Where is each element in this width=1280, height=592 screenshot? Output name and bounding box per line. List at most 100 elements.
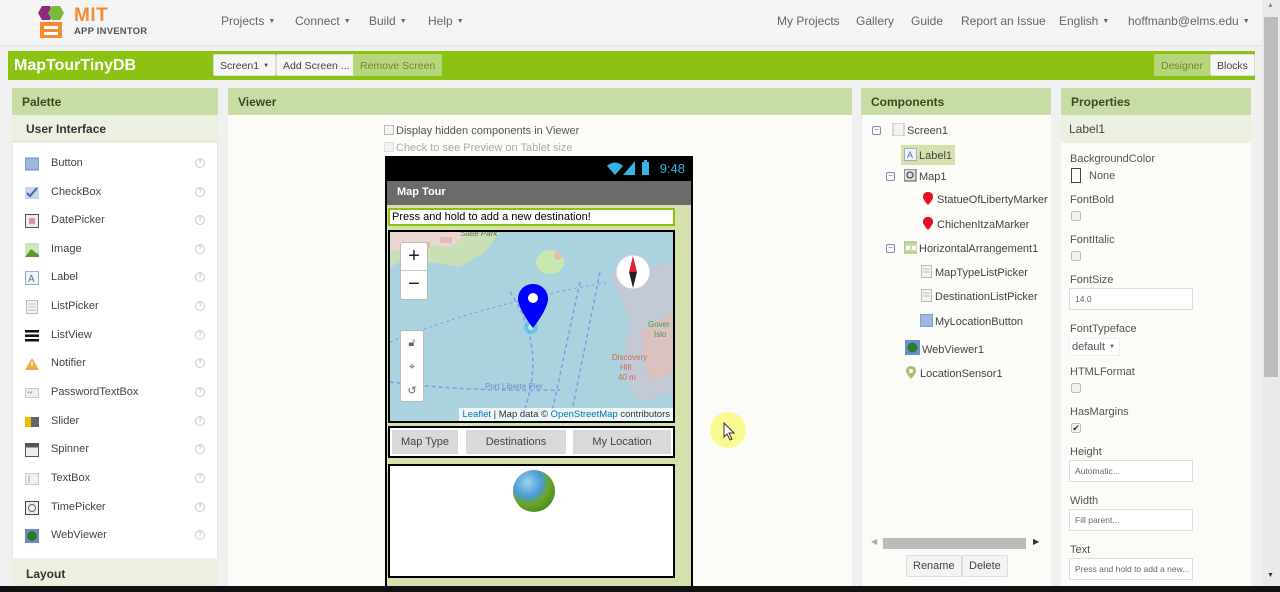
scroll-down-icon[interactable]: ▼ xyxy=(1267,572,1274,579)
palette-item-webviewer[interactable]: WebViewer ? xyxy=(13,525,217,553)
help-icon[interactable]: ? xyxy=(195,330,205,340)
help-icon[interactable]: ? xyxy=(195,387,205,397)
palette-item-timepicker[interactable]: TimePicker ? xyxy=(13,497,217,525)
link-gallery[interactable]: Gallery xyxy=(856,14,894,28)
menu-connect[interactable]: Connect ▼ xyxy=(295,14,351,28)
delete-button[interactable]: Delete xyxy=(962,555,1008,577)
palette-item-passwordtextbox[interactable]: ** PasswordTextBox ? xyxy=(13,382,217,410)
palette-item-button[interactable]: Button ? xyxy=(13,153,217,181)
tree-node-chichen-itza-marker[interactable]: ChichenItzaMarker xyxy=(922,217,1029,231)
help-icon[interactable]: ? xyxy=(195,158,205,168)
palette-item-listpicker[interactable]: ListPicker ? xyxy=(13,296,217,324)
rename-button[interactable]: Rename xyxy=(906,555,962,577)
components-horizontal-scrollbar[interactable]: ◀ ▶ xyxy=(871,536,1041,550)
page-vertical-scrollbar[interactable]: ▲ ▼ xyxy=(1262,0,1280,592)
tree-node-statue-of-liberty-marker[interactable]: StatueOfLibertyMarker xyxy=(922,192,1048,206)
help-icon[interactable]: ? xyxy=(195,502,205,512)
zoom-out-button[interactable]: − xyxy=(401,271,427,299)
menu-build[interactable]: Build ▼ xyxy=(369,14,407,28)
prop-fontitalic-checkbox[interactable] xyxy=(1071,251,1081,261)
screen-select[interactable]: Screen1 ▼ xyxy=(213,54,277,76)
tree-node-map1[interactable]: Map1 xyxy=(904,169,947,183)
prop-backgroundcolor-value[interactable]: None xyxy=(1089,170,1115,182)
tree-node-screen1[interactable]: Screen1 xyxy=(892,123,948,137)
map-marker-icon[interactable] xyxy=(518,284,548,330)
app-inventor-logo[interactable]: MIT APP INVENTOR xyxy=(32,4,152,40)
designer-button[interactable]: Designer xyxy=(1154,54,1211,76)
color-swatch[interactable] xyxy=(1071,168,1081,183)
prop-hasmargins-checkbox[interactable]: ✔ xyxy=(1071,423,1081,433)
map1-component[interactable]: State Park Port Liberte Pier Discovery H… xyxy=(388,230,675,423)
palette-item-textbox[interactable]: TextBox ? xyxy=(13,468,217,496)
remove-screen-button[interactable]: Remove Screen xyxy=(353,54,443,76)
prop-htmlformat-checkbox[interactable] xyxy=(1071,383,1081,393)
help-icon[interactable]: ? xyxy=(195,301,205,311)
scroll-up-icon[interactable]: ▲ xyxy=(1267,2,1274,9)
tree-node-webviewer1[interactable]: WebViewer1 xyxy=(905,340,984,356)
menu-account[interactable]: hoffmanb@elms.edu ▼ xyxy=(1128,14,1250,28)
palette-category-user-interface[interactable]: User Interface xyxy=(12,115,218,142)
palette-item-label[interactable]: A Label ? xyxy=(13,267,217,295)
help-icon[interactable]: ? xyxy=(195,416,205,426)
tree-node-map-type-listpicker[interactable]: MapTypeListPicker xyxy=(920,265,1028,279)
tree-node-destination-listpicker[interactable]: DestinationListPicker xyxy=(920,289,1038,303)
help-icon[interactable]: ? xyxy=(195,530,205,540)
palette-item-listview[interactable]: ListView ? xyxy=(13,325,217,353)
scroll-left-icon[interactable]: ◀ xyxy=(871,537,877,546)
checkbox-box[interactable] xyxy=(384,142,394,152)
collapse-screen1-toggle[interactable]: − xyxy=(872,126,881,135)
reset-icon[interactable]: ↺ xyxy=(401,379,423,403)
palette-item-spinner[interactable]: Spinner ? xyxy=(13,439,217,467)
help-icon[interactable]: ? xyxy=(195,215,205,225)
tablet-preview-checkbox[interactable]: Check to see Preview on Tablet size xyxy=(384,142,573,154)
help-icon[interactable]: ? xyxy=(195,444,205,454)
leaflet-link[interactable]: Leaflet xyxy=(462,409,491,420)
palette-item-slider[interactable]: Slider ? xyxy=(13,411,217,439)
zoom-in-button[interactable]: + xyxy=(401,243,427,271)
tree-node-horizontal-arrangement1[interactable]: HorizontalArrangement1 xyxy=(904,241,1038,255)
palette-item-notifier[interactable]: Notifier ? xyxy=(13,353,217,381)
collapse-map1-toggle[interactable]: − xyxy=(886,172,895,181)
help-icon[interactable]: ? xyxy=(195,244,205,254)
osm-link[interactable]: OpenStreetMap xyxy=(551,409,618,420)
checkbox-box[interactable] xyxy=(384,125,394,135)
tree-node-location-sensor1[interactable]: LocationSensor1 xyxy=(905,366,1003,380)
locate-icon[interactable]: ⌖ xyxy=(401,355,423,379)
menu-language[interactable]: English ▼ xyxy=(1059,14,1109,28)
palette-item-datepicker[interactable]: DatePicker ? xyxy=(13,210,217,238)
help-icon[interactable]: ? xyxy=(195,187,205,197)
blocks-button[interactable]: Blocks xyxy=(1210,54,1255,76)
link-report-issue[interactable]: Report an Issue xyxy=(961,14,1046,28)
add-screen-button[interactable]: Add Screen ... xyxy=(276,54,357,76)
destination-listpicker[interactable]: Destinations xyxy=(466,430,566,454)
link-guide[interactable]: Guide xyxy=(911,14,943,28)
scrollbar-thumb[interactable] xyxy=(883,538,1026,549)
prop-fontsize-input[interactable]: 14.0 xyxy=(1069,288,1193,310)
screen1-canvas[interactable]: Press and hold to add a new destination!… xyxy=(387,205,691,592)
palette-item-checkbox[interactable]: CheckBox ? xyxy=(13,182,217,210)
help-icon[interactable]: ? xyxy=(195,272,205,282)
menu-help[interactable]: Help ▼ xyxy=(428,14,464,28)
map-type-listpicker[interactable]: Map Type xyxy=(392,430,458,454)
webviewer1-component[interactable] xyxy=(388,464,675,578)
help-icon[interactable]: ? xyxy=(195,473,205,483)
horizontal-arrangement1[interactable]: Map Type Destinations My Location xyxy=(388,426,675,458)
menu-projects[interactable]: Projects ▼ xyxy=(221,14,275,28)
palette-item-image[interactable]: Image ? xyxy=(13,239,217,267)
tree-node-label1[interactable]: A Label1 xyxy=(901,145,956,165)
prop-width-input[interactable]: Fill parent... xyxy=(1069,509,1193,531)
compass-icon[interactable] xyxy=(614,253,652,291)
prop-height-input[interactable]: Automatic... xyxy=(1069,460,1193,482)
my-location-button[interactable]: My Location xyxy=(573,430,671,454)
help-icon[interactable]: ? xyxy=(195,358,205,368)
unlock-icon[interactable]: 🔓︎ xyxy=(401,331,423,355)
display-hidden-checkbox[interactable]: Display hidden components in Viewer xyxy=(384,125,579,137)
link-my-projects[interactable]: My Projects xyxy=(777,14,840,28)
scroll-right-icon[interactable]: ▶ xyxy=(1033,537,1039,546)
tree-node-my-location-button[interactable]: MyLocationButton xyxy=(920,314,1023,328)
label1-component[interactable]: Press and hold to add a new destination! xyxy=(388,208,675,226)
prop-text-input[interactable]: Press and hold to add a new... xyxy=(1069,558,1193,580)
prop-fontbold-checkbox[interactable] xyxy=(1071,211,1081,221)
collapse-horizontal-arrangement1-toggle[interactable]: − xyxy=(886,244,895,253)
prop-fonttypeface-select[interactable]: default ▼ xyxy=(1069,338,1120,356)
